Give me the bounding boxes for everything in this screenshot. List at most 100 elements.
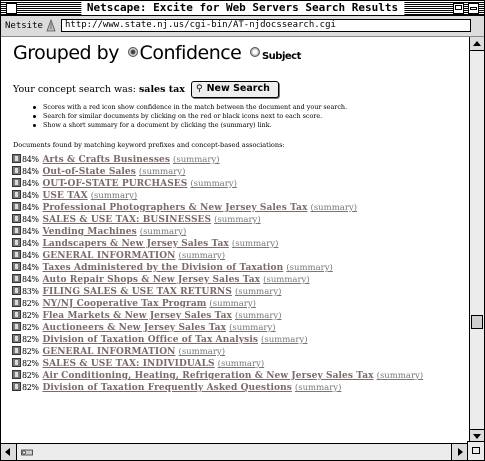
summary-link[interactable]: (summary) <box>229 323 276 333</box>
summary-link[interactable]: (summary) <box>140 227 187 237</box>
result-link[interactable]: NY/NJ Cooperative Tax Program <box>42 299 206 309</box>
result-score: 84% <box>22 179 39 188</box>
subject-radio[interactable] <box>249 47 260 57</box>
grouped-by-label: Grouped by <box>13 42 119 64</box>
similar-search-icon[interactable] <box>12 358 21 367</box>
new-search-button[interactable]: ⚲ New Search <box>191 81 279 98</box>
result-score: 82% <box>22 347 39 356</box>
page-proxy-icon[interactable] <box>45 19 57 32</box>
result-link[interactable]: Division of Taxation Office of Tax Analy… <box>42 335 258 345</box>
similar-search-icon[interactable] <box>12 214 21 223</box>
result-link[interactable]: Auto Repair Shops & New Jersey Sales Tax <box>42 275 260 285</box>
result-link[interactable]: SALES & USE TAX: BUSINESSES <box>42 215 211 225</box>
result-link[interactable]: FILING SALES & USE TAX RETURNS <box>42 287 231 297</box>
similar-search-icon[interactable] <box>12 298 21 307</box>
similar-search-icon[interactable] <box>12 250 21 259</box>
result-score: 82% <box>22 311 39 320</box>
similar-search-icon[interactable] <box>12 382 21 391</box>
similar-search-icon[interactable] <box>12 370 21 379</box>
summary-link[interactable]: (summary) <box>295 383 342 393</box>
similar-search-icon[interactable] <box>12 238 21 247</box>
result-link[interactable]: Vending Machines <box>42 227 136 237</box>
help-list: Scores with a red icon show confidence i… <box>31 103 347 130</box>
summary-link[interactable]: (summary) <box>209 299 256 309</box>
similar-search-icon[interactable] <box>12 154 21 163</box>
scroll-thumb[interactable] <box>471 315 483 329</box>
result-score: 84% <box>22 227 39 236</box>
confidence-label[interactable]: Confidence <box>140 42 242 64</box>
similar-search-icon[interactable] <box>12 274 21 283</box>
summary-link[interactable]: (summary) <box>235 311 282 321</box>
result-row: 82% Air Conditioning, Heating, Refrigera… <box>12 370 423 382</box>
result-link[interactable]: SALES & USE TAX: INDIVIDUALS <box>42 359 214 369</box>
result-row: 84% Professional Photographers & New Jer… <box>12 202 423 214</box>
scroll-up-arrow-icon[interactable] <box>470 37 484 51</box>
result-link[interactable]: GENERAL INFORMATION <box>42 347 175 357</box>
similar-search-icon[interactable] <box>12 226 21 235</box>
summary-link[interactable]: (summary) <box>179 251 226 261</box>
result-link[interactable]: OUT-OF-STATE PURCHASES <box>42 179 187 189</box>
summary-link[interactable]: (summary) <box>286 263 333 273</box>
result-link[interactable]: Division of Taxation Frequently Asked Qu… <box>42 383 291 393</box>
summary-link[interactable]: (summary) <box>91 191 138 201</box>
summary-link[interactable]: (summary) <box>377 371 424 381</box>
collapse-box[interactable] <box>468 3 479 14</box>
result-row: 82% Flea Markets & New Jersey Sales Tax(… <box>12 310 423 322</box>
result-row: 84% SALES & USE TAX: BUSINESSES (summary) <box>12 214 423 226</box>
confidence-radio[interactable] <box>127 47 138 57</box>
summary-link[interactable]: (summary) <box>190 179 237 189</box>
new-search-label: New Search <box>206 83 270 94</box>
result-link[interactable]: USE TAX <box>42 191 87 201</box>
similar-search-icon[interactable] <box>12 322 21 331</box>
similar-search-icon[interactable] <box>12 262 21 271</box>
result-link[interactable]: Landscapers & New Jersey Sales Tax <box>42 239 228 249</box>
vertical-scrollbar[interactable] <box>469 37 484 443</box>
summary-link[interactable]: (summary) <box>235 287 282 297</box>
url-field[interactable]: http://www.state.nj.us/cgi-bin/AT-njdocs… <box>61 19 471 32</box>
result-link[interactable]: Professional Photographers & New Jersey … <box>42 203 307 213</box>
result-score: 84% <box>22 191 39 200</box>
result-link[interactable]: GENERAL INFORMATION <box>42 251 175 261</box>
result-link[interactable]: Taxes Administered by the Division of Ta… <box>42 263 283 273</box>
similar-search-icon[interactable] <box>12 166 21 175</box>
result-link[interactable]: Arts & Crafts Businesses <box>42 155 170 165</box>
result-score: 84% <box>22 263 39 272</box>
help-item: Scores with a red icon show confidence i… <box>32 103 347 112</box>
result-link[interactable]: Auctioneers & New Jersey Sales Tax <box>42 323 226 333</box>
results-list: 84% Arts & Crafts Businesses (summary) 84… <box>12 154 423 394</box>
summary-link[interactable]: (summary) <box>179 347 226 357</box>
similar-search-icon[interactable] <box>12 202 21 211</box>
close-box[interactable] <box>6 3 17 14</box>
result-link[interactable]: Flea Markets & New Jersey Sales Tax <box>42 311 232 321</box>
result-score: 82% <box>22 359 39 368</box>
scroll-left-arrow-icon[interactable] <box>1 444 17 460</box>
zoom-box[interactable] <box>453 3 464 14</box>
result-score: 84% <box>22 155 39 164</box>
result-score: 82% <box>22 335 39 344</box>
summary-link[interactable]: (summary) <box>311 203 358 213</box>
summary-link[interactable]: (summary) <box>214 215 261 225</box>
result-row: 82% NY/NJ Cooperative Tax Program (summar… <box>12 298 423 310</box>
similar-search-icon[interactable] <box>12 178 21 187</box>
similar-search-icon[interactable] <box>12 310 21 319</box>
scroll-right-arrow-icon[interactable] <box>451 444 467 460</box>
result-link[interactable]: Air Conditioning, Heating, Refrigeration… <box>42 371 373 381</box>
similar-search-icon[interactable] <box>12 334 21 343</box>
summary-link[interactable]: (summary) <box>139 167 186 177</box>
summary-link[interactable]: (summary) <box>218 359 265 369</box>
similar-search-icon[interactable] <box>12 346 21 355</box>
summary-link[interactable]: (summary) <box>263 275 310 285</box>
security-key-icon[interactable] <box>21 447 33 457</box>
summary-link[interactable]: (summary) <box>232 239 279 249</box>
similar-search-icon[interactable] <box>12 286 21 295</box>
summary-link[interactable]: (summary) <box>261 335 308 345</box>
summary-link[interactable]: (summary) <box>173 155 220 165</box>
result-row: 84% GENERAL INFORMATION (summary) <box>12 250 423 262</box>
result-row: 82% Division of Taxation Office of Tax A… <box>12 334 423 346</box>
subject-label[interactable]: Subject <box>262 51 301 62</box>
similar-search-icon[interactable] <box>12 190 21 199</box>
horizontal-scrollbar[interactable] <box>1 443 467 460</box>
resize-handle[interactable] <box>467 441 484 460</box>
title-bar[interactable]: Netscape: Excite for Web Servers Search … <box>1 1 484 16</box>
result-link[interactable]: Out-of-State Sales <box>42 167 135 177</box>
